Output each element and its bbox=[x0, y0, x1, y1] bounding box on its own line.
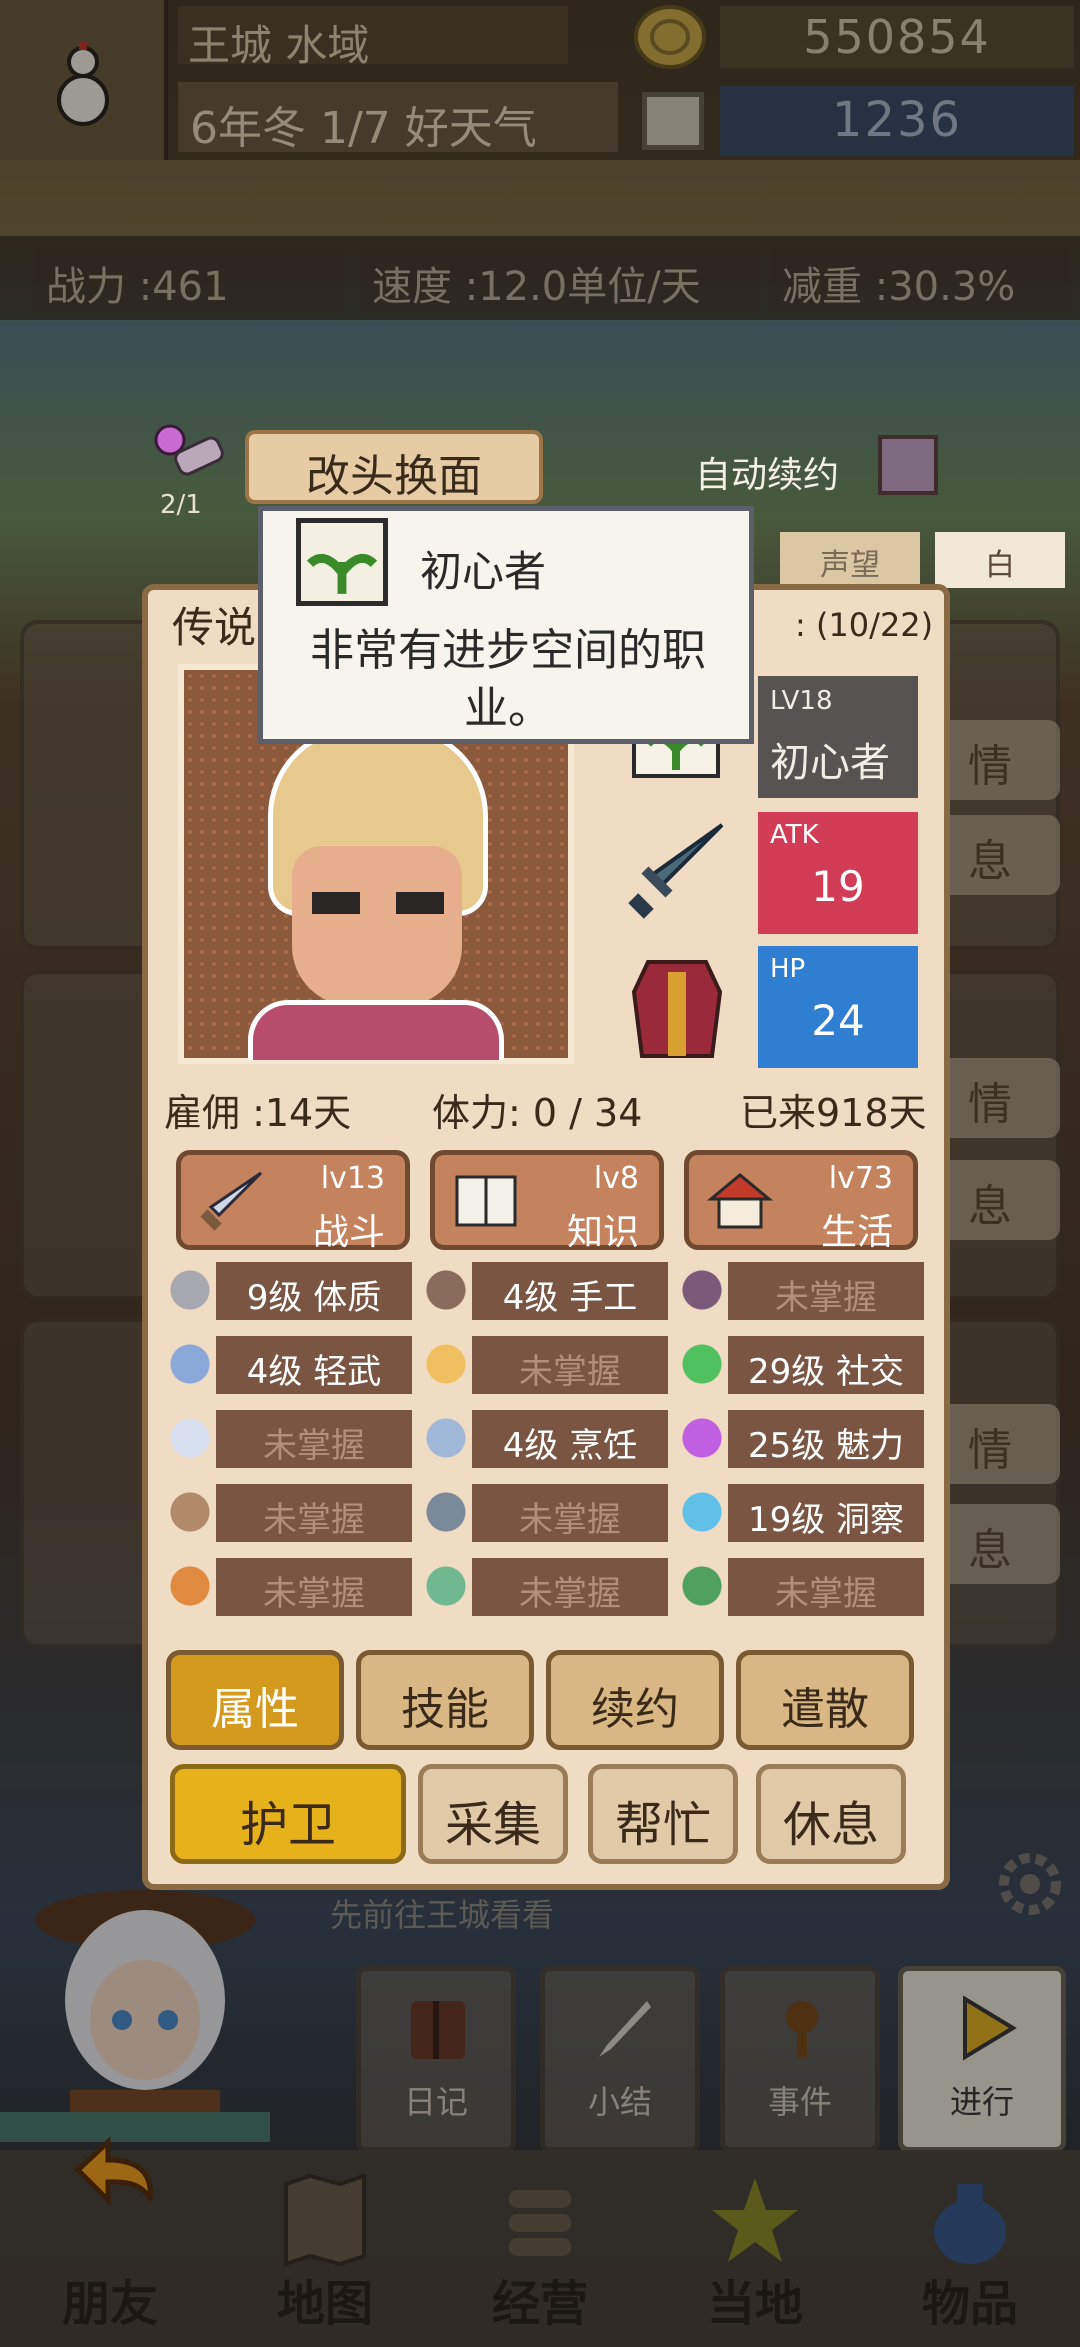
orb-icon bbox=[416, 1556, 476, 1616]
skill-item[interactable]: 未掌握 bbox=[728, 1558, 924, 1616]
skill-item[interactable]: 未掌握 bbox=[472, 1484, 668, 1542]
weapon-sword-icon[interactable] bbox=[622, 815, 732, 925]
rank-label: 传说 bbox=[172, 603, 257, 652]
skill-item[interactable]: 4级 轻武 bbox=[216, 1336, 412, 1394]
pot-icon bbox=[416, 1408, 476, 1468]
tab-attributes[interactable]: 属性 bbox=[166, 1650, 344, 1750]
hammer-icon bbox=[416, 1482, 476, 1542]
skill-item[interactable]: 未掌握 bbox=[216, 1484, 412, 1542]
skill-category-knowledge[interactable]: lv8 知识 bbox=[430, 1150, 664, 1253]
skill-item[interactable]: 9级 体质 bbox=[216, 1262, 412, 1320]
side-tab-white[interactable]: 白 bbox=[935, 532, 1065, 588]
dagger-icon bbox=[160, 1334, 220, 1394]
potion-icon bbox=[416, 1334, 476, 1394]
knowledge-name: 知识 bbox=[566, 1212, 639, 1253]
level-job-box: LV18 初心者 bbox=[758, 676, 918, 798]
skill-category-combat[interactable]: lv13 战斗 bbox=[176, 1150, 410, 1253]
tab-renew[interactable]: 续约 bbox=[546, 1650, 724, 1750]
house-icon bbox=[706, 1173, 774, 1229]
character-eye bbox=[396, 892, 444, 914]
chat-icon bbox=[672, 1334, 732, 1394]
skill-item[interactable]: 未掌握 bbox=[472, 1558, 668, 1616]
roster-count: : (10/22) bbox=[795, 606, 934, 644]
sword-icon bbox=[200, 1171, 263, 1231]
bow-icon bbox=[160, 1482, 220, 1542]
attack-stat-box: ATK 19 bbox=[758, 812, 918, 934]
side-tab-reputation[interactable]: 声望 bbox=[780, 532, 920, 588]
skill-item[interactable]: 未掌握 bbox=[216, 1558, 412, 1616]
skill-item[interactable]: 4级 手工 bbox=[472, 1262, 668, 1320]
skill-item[interactable]: 19级 洞察 bbox=[728, 1484, 924, 1542]
skill-item[interactable]: 未掌握 bbox=[216, 1410, 412, 1468]
skill-item[interactable]: 未掌握 bbox=[728, 1262, 924, 1320]
hire-days: 雇佣 :14天 bbox=[164, 1091, 352, 1135]
tooltip-title: 初心者 bbox=[420, 547, 547, 596]
lightning-icon bbox=[672, 1260, 732, 1320]
hp-label: HP bbox=[770, 954, 806, 984]
wand-icon bbox=[160, 1556, 220, 1616]
item-scroll-icon[interactable] bbox=[150, 422, 230, 482]
tooltip-description: 非常有进步空间的职业。 bbox=[310, 625, 706, 734]
hp-value: 24 bbox=[811, 996, 865, 1045]
clover-icon bbox=[672, 1556, 732, 1616]
skill-item[interactable]: 4级 烹饪 bbox=[472, 1410, 668, 1468]
change-look-button[interactable]: 改头换面 bbox=[245, 430, 543, 504]
level-label: LV18 bbox=[770, 686, 833, 716]
combat-level: lv13 bbox=[320, 1161, 385, 1196]
gather-button[interactable]: 采集 bbox=[418, 1764, 568, 1864]
stamina: 体力: 0 / 34 bbox=[432, 1091, 643, 1135]
life-name: 生活 bbox=[820, 1212, 893, 1253]
eye-icon bbox=[672, 1482, 732, 1542]
sparkle-icon bbox=[672, 1408, 732, 1468]
job-label: 初心者 bbox=[770, 740, 890, 786]
knowledge-level: lv8 bbox=[593, 1161, 639, 1196]
feather-icon bbox=[160, 1408, 220, 1468]
skill-item[interactable]: 未掌握 bbox=[472, 1336, 668, 1394]
character-eye bbox=[312, 892, 360, 914]
help-button[interactable]: 帮忙 bbox=[588, 1764, 738, 1864]
life-level: lv73 bbox=[828, 1161, 893, 1196]
armor-robe-icon[interactable] bbox=[628, 952, 726, 1062]
attack-value: 19 bbox=[811, 862, 865, 911]
rest-button[interactable]: 休息 bbox=[756, 1764, 906, 1864]
skill-item[interactable]: 25级 魅力 bbox=[728, 1410, 924, 1468]
hp-stat-box: HP 24 bbox=[758, 946, 918, 1068]
auto-renew-toggle-icon[interactable] bbox=[878, 435, 938, 495]
character-shirt bbox=[248, 1000, 504, 1060]
skill-item[interactable]: 29级 社交 bbox=[728, 1336, 924, 1394]
armor-arm-icon bbox=[160, 1260, 220, 1320]
book-icon bbox=[455, 1175, 517, 1227]
sprout-icon bbox=[296, 518, 388, 606]
tab-skills[interactable]: 技能 bbox=[356, 1650, 534, 1750]
skill-category-life[interactable]: lv73 生活 bbox=[684, 1150, 918, 1253]
item-count: 2/1 bbox=[160, 490, 202, 520]
attack-label: ATK bbox=[770, 820, 819, 850]
brush-icon bbox=[416, 1260, 476, 1320]
tab-dismiss[interactable]: 遣散 bbox=[736, 1650, 914, 1750]
days-present: 已来918天 bbox=[740, 1091, 927, 1135]
guard-button[interactable]: 护卫 bbox=[170, 1764, 406, 1864]
combat-name: 战斗 bbox=[312, 1212, 385, 1253]
character-face bbox=[292, 846, 462, 1006]
auto-renew-label: 自动续约 bbox=[695, 455, 840, 496]
